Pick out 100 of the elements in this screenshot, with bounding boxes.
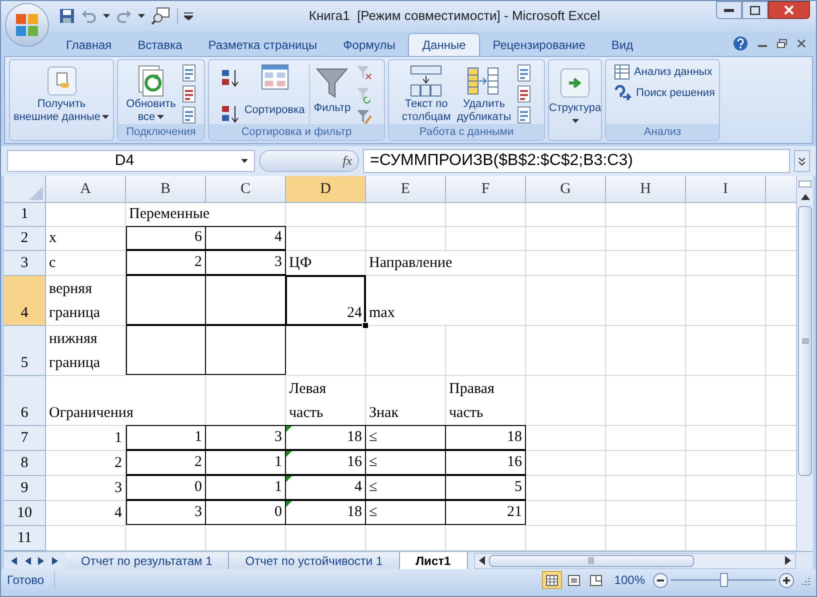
table-cell[interactable]: 1 [126,425,206,450]
table-cell[interactable]: ≤ [366,450,446,475]
ribbon-tab[interactable]: Главная [53,33,125,56]
scrollbar-thumb[interactable] [488,554,694,566]
scrollbar-thumb[interactable] [798,206,812,476]
ribbon-tab[interactable]: Вставка [124,33,196,56]
column-header[interactable]: B [126,176,206,203]
customize-toolbar-icon[interactable] [184,12,193,20]
table-cell[interactable]: ≤ [366,500,446,525]
table-cell[interactable] [206,325,286,375]
insert-function-button[interactable]: fx [259,150,359,172]
table-cell[interactable]: x [46,227,126,251]
table-cell[interactable] [206,275,286,325]
table-cell[interactable]: max [366,276,526,326]
ribbon-button[interactable]: Текст по столбцам [400,60,453,124]
minimize-button[interactable] [716,1,742,19]
reapply-filter-icon[interactable] [354,86,373,104]
ribbon-tab[interactable]: Рецензирование [480,33,598,56]
ribbon-tab[interactable]: Разметка страницы [195,33,330,56]
table-cell[interactable]: 2 [126,250,206,275]
table-cell[interactable]: 3 [206,425,286,450]
table-cell[interactable]: 2 [126,450,206,475]
scroll-up-icon[interactable] [800,194,810,200]
table-cell[interactable] [126,325,206,375]
row-header[interactable]: 11 [4,526,46,551]
save-icon[interactable] [59,8,75,24]
row-header[interactable]: 6 [4,376,46,426]
table-cell[interactable]: 5 [446,475,526,500]
row-header[interactable]: 10 [4,501,46,526]
view-button[interactable] [542,571,562,589]
table-cell[interactable]: 1 [206,475,286,500]
formula-field[interactable]: =СУММПРОИЗВ($B$2:$C$2;B3:C3) [363,149,790,173]
table-cell[interactable]: Направление [366,251,526,276]
first-sheet-icon[interactable] [10,556,17,564]
previous-sheet-icon[interactable] [24,556,31,564]
zoom-in-icon[interactable] [779,572,794,588]
row-header[interactable]: 8 [4,451,46,476]
column-header[interactable]: E [366,176,446,203]
table-cell[interactable]: 21 [446,500,526,525]
sheet-tab[interactable]: Лист1 [400,552,468,570]
split-handle-icon[interactable] [798,180,812,188]
maximize-button[interactable] [742,1,768,19]
table-cell[interactable]: 18 [286,425,366,450]
restore-icon[interactable] [777,39,787,48]
table-cell[interactable]: 16 [286,450,366,475]
table-cell[interactable]: 18 [286,500,366,525]
close-button[interactable] [768,1,810,19]
row-header[interactable]: 9 [4,476,46,501]
table-cell[interactable]: 4 [286,475,366,500]
row-header[interactable]: 7 [4,426,46,451]
sort-descending-icon[interactable] [220,104,240,124]
ribbon-button[interactable]: Удалить дубликаты [454,60,514,124]
horizontal-scrollbar[interactable] [474,552,796,568]
table-cell[interactable]: Знак [366,376,446,426]
scroll-left-icon[interactable] [478,556,485,565]
row-header[interactable]: 5 [4,326,46,376]
table-cell[interactable]: 4 [206,226,286,250]
table-cell[interactable]: 6 [126,226,206,250]
table-cell[interactable]: 1 [206,450,286,475]
redo-icon[interactable] [116,8,132,24]
column-header[interactable]: C [206,176,286,203]
table-cell[interactable]: Ограничения [46,376,206,426]
table-cell[interactable] [126,275,206,325]
close-icon[interactable] [797,39,806,48]
last-sheet-icon[interactable] [52,556,59,564]
row-header[interactable]: 3 [4,251,46,276]
name-box[interactable]: D4 [7,150,255,172]
table-cell[interactable]: Переменные [126,203,286,227]
row-header[interactable]: 4 [4,276,46,326]
ribbon-button[interactable]: Анализ данных [614,64,715,80]
zoom-level[interactable]: 100% [614,571,645,589]
table-cell[interactable]: 0 [206,500,286,525]
table-cell[interactable]: ≤ [366,425,446,450]
advanced-filter-icon[interactable] [354,108,373,124]
table-cell[interactable]: 0 [126,475,206,500]
table-cell[interactable]: 2 [46,451,126,476]
next-sheet-icon[interactable] [38,556,45,564]
table-cell[interactable]: 18 [446,425,526,450]
row-header[interactable]: 2 [4,227,46,251]
expand-formula-button[interactable] [794,150,810,172]
ribbon-tab[interactable]: Данные [408,33,480,56]
sort-button[interactable]: Сортировка [242,60,307,117]
column-header[interactable]: A [46,176,126,203]
table-cell[interactable]: 16 [446,450,526,475]
ribbon-button[interactable]: Обновить все [124,60,178,124]
scroll-right-icon[interactable] [785,556,791,565]
ribbon-button[interactable]: Фильтр [312,60,353,115]
clear-filter-icon[interactable] [354,64,373,82]
print-preview-icon[interactable] [151,7,171,25]
column-header[interactable]: D [286,176,366,203]
table-cell[interactable]: c [46,251,126,276]
select-all-icon[interactable] [29,186,43,200]
sheet-tab[interactable]: Отчет по результатам 1 [65,552,230,570]
table-cell[interactable]: 3 [206,250,286,275]
ribbon-button[interactable]: Поиск решения [614,84,715,101]
table-cell[interactable]: 1 [46,426,126,451]
column-header[interactable]: G [526,176,606,203]
ribbon-tab[interactable]: Формулы [330,33,408,56]
sheet-tab[interactable]: Отчет по устойчивости 1 [229,552,400,570]
table-cell[interactable]: 24 [286,276,366,326]
